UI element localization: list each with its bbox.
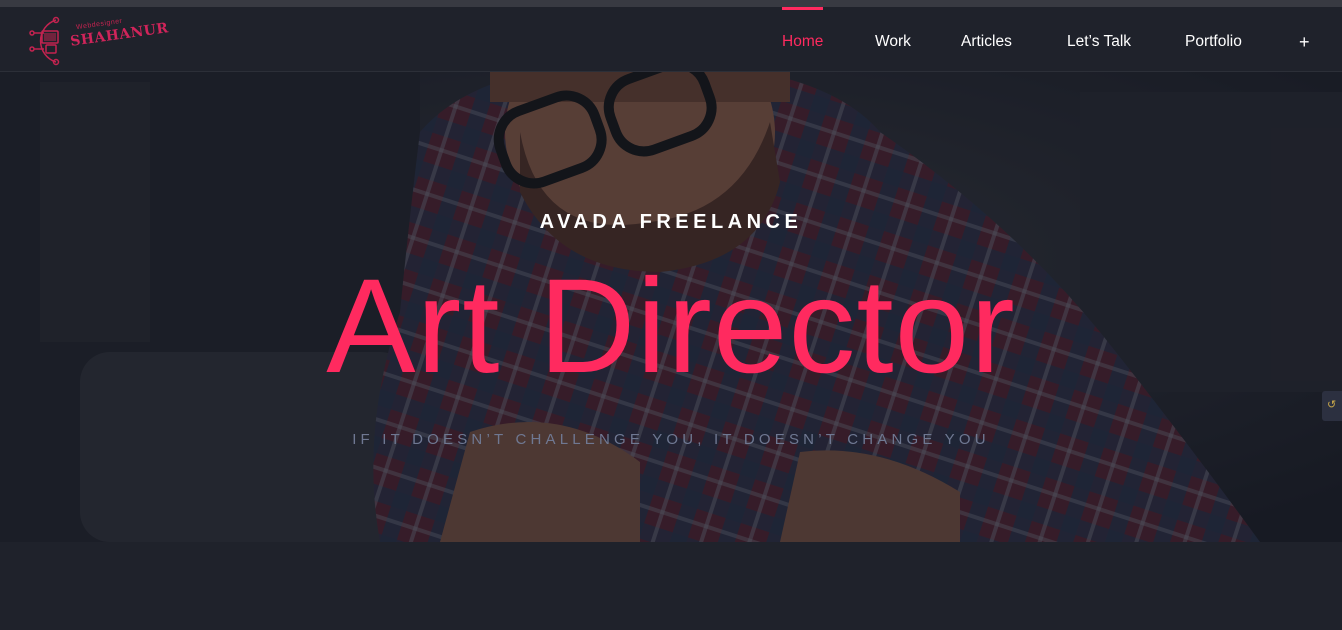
nav-item-more[interactable]: +: [1299, 7, 1310, 72]
hero-eyebrow: AVADA FREELANCE: [539, 211, 803, 233]
logo-circuit-icon: [29, 16, 60, 66]
scroll-tab-icon: ↺: [1327, 399, 1337, 411]
site-logo[interactable]: Webdesigner SHAHANUR: [26, 13, 170, 69]
nav-item-home[interactable]: Home: [782, 7, 824, 72]
nav-item-portfolio[interactable]: Portfolio: [1185, 7, 1242, 72]
nav-item-work[interactable]: Work: [875, 7, 911, 72]
side-scroll-tab[interactable]: ↺: [1322, 391, 1342, 421]
nav-item-lets-talk[interactable]: Let’s Talk: [1067, 7, 1131, 72]
site-header: Webdesigner SHAHANUR: [0, 7, 1342, 72]
top-strip: [0, 0, 1342, 7]
hero-tagline: IF IT DOESN’T CHALLENGE YOU, IT DOESN’T …: [352, 431, 990, 448]
hero-section: AVADA FREELANCE Art Director IF IT DOESN…: [0, 72, 1342, 542]
nav-item-articles[interactable]: Articles: [961, 7, 1012, 72]
hero-headline: Art Director: [326, 252, 1016, 401]
